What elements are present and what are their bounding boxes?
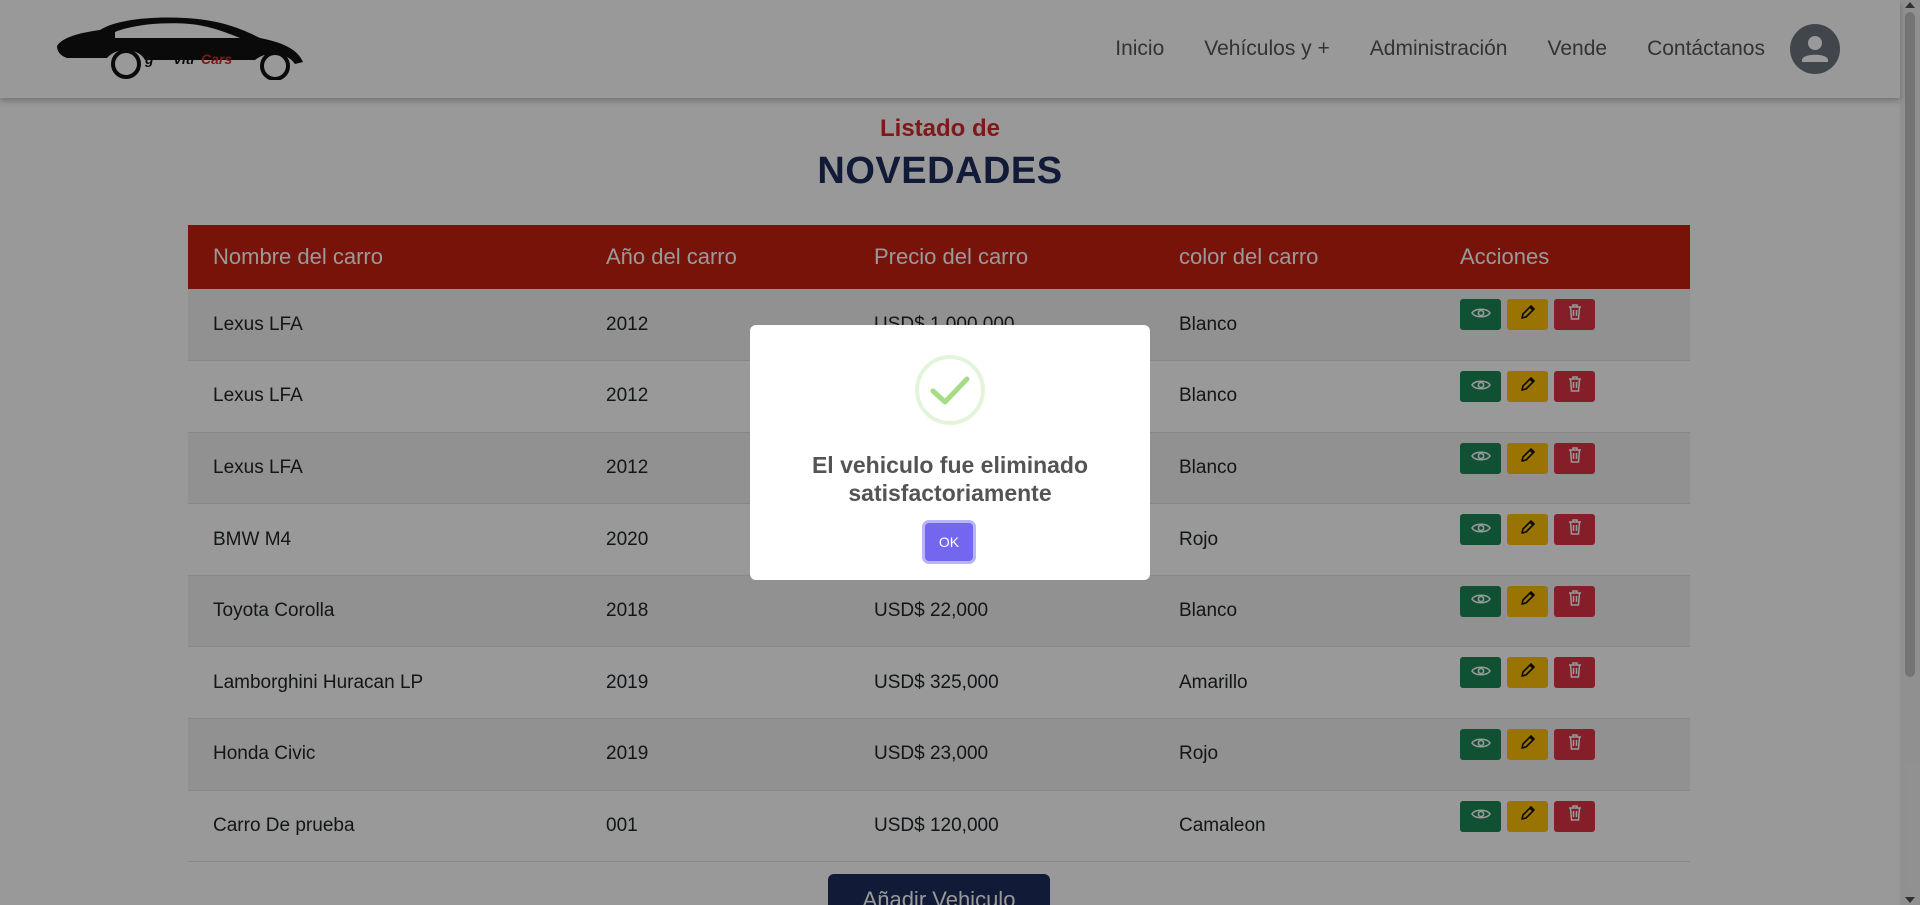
success-dialog: El vehiculo fue eliminado satisfactoriam…: [750, 325, 1150, 580]
ok-button[interactable]: OK: [925, 523, 973, 561]
dialog-message: El vehiculo fue eliminado satisfactoriam…: [811, 452, 1089, 506]
success-check-icon: [915, 355, 985, 425]
